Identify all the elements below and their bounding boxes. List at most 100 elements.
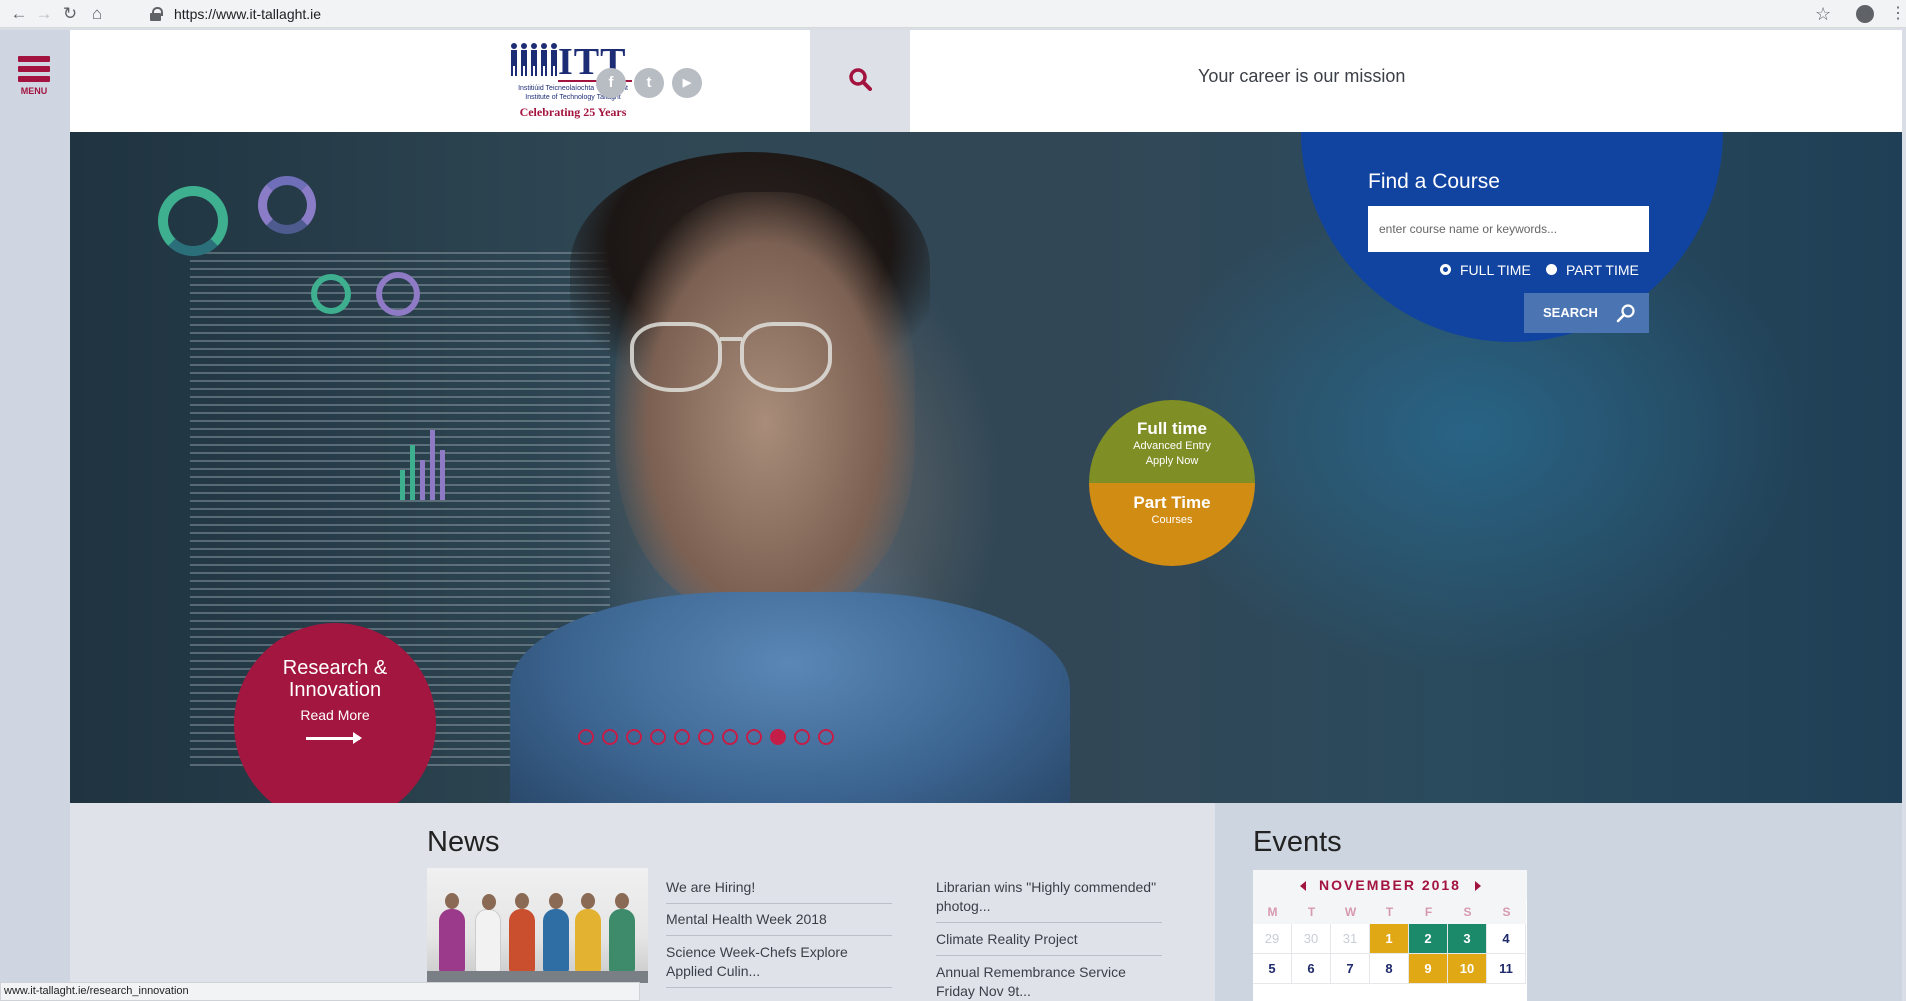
browser-menu-icon[interactable]: ⋮ xyxy=(1890,3,1906,25)
calendar-day[interactable]: 1 xyxy=(1370,924,1409,954)
carousel-indicators xyxy=(578,729,842,747)
left-rail xyxy=(0,30,70,1001)
research-title: Research & Innovation xyxy=(282,657,388,701)
news-item[interactable]: Librarian wins "Highly commended" photog… xyxy=(936,878,1162,923)
carousel-dot[interactable] xyxy=(698,729,714,745)
news-item[interactable]: Mental Health Week 2018 xyxy=(666,910,892,936)
news-image[interactable] xyxy=(427,868,648,983)
calendar-week: 5 6 7 8 9 10 11 xyxy=(1253,954,1527,984)
calendar-day[interactable]: 3 xyxy=(1448,924,1487,954)
browser-status-bar: www.it-tallaght.ie/research_innovation xyxy=(0,982,640,1001)
twitter-icon[interactable]: t xyxy=(634,68,664,98)
hero-banner: Find a Course FULL TIME PART TIME SEARCH… xyxy=(70,132,1902,803)
calendar-weekday: T xyxy=(1292,900,1331,924)
prev-month-icon[interactable] xyxy=(1300,881,1306,891)
part-time-label: PART TIME xyxy=(1566,262,1639,278)
hero-bar-graphic xyxy=(400,420,460,500)
full-time-radio[interactable]: FULL TIME xyxy=(1440,262,1531,278)
full-time-title: Full time xyxy=(1137,419,1207,438)
calendar-header: NOVEMBER 2018 xyxy=(1253,870,1527,900)
calendar-weekday: S xyxy=(1448,900,1487,924)
news-item[interactable]: We are Hiring! xyxy=(666,878,892,904)
study-mode-promo: Full time Advanced Entry Apply Now Part … xyxy=(1089,400,1255,566)
logo-anniversary: Celebrating 25 Years xyxy=(519,105,627,119)
bookmark-star-icon[interactable]: ☆ xyxy=(1815,3,1831,25)
search-icon xyxy=(1616,304,1635,323)
calendar-weekday: W xyxy=(1331,900,1370,924)
site-header: ITT Institiúid Teicneolaíochta Tamhlacht… xyxy=(70,30,1902,132)
calendar-month: NOVEMBER 2018 xyxy=(1319,877,1461,893)
calendar-weekday: F xyxy=(1409,900,1448,924)
calendar-weekday: M xyxy=(1253,900,1292,924)
browser-toolbar: ← → ↻ ⌂ https://www.it-tallaght.ie ☆ ⋮ xyxy=(0,0,1906,28)
part-time-title: Part Time xyxy=(1133,493,1211,512)
facebook-icon[interactable]: f xyxy=(596,68,626,98)
hero-ring-graphic xyxy=(158,186,228,256)
logo-figures-icon xyxy=(511,43,557,76)
calendar-day[interactable]: 5 xyxy=(1253,954,1292,984)
course-search-button[interactable]: SEARCH xyxy=(1524,293,1649,333)
carousel-dot[interactable] xyxy=(722,729,738,745)
carousel-dot[interactable] xyxy=(818,729,834,745)
news-item[interactable]: Climate Reality Project xyxy=(936,930,1162,956)
calendar-weekdays: MTWTFSS xyxy=(1253,900,1527,924)
site-tagline: Your career is our mission xyxy=(1198,66,1406,86)
calendar-day[interactable]: 11 xyxy=(1487,954,1526,984)
hero-ring-graphic xyxy=(311,274,351,314)
next-month-icon[interactable] xyxy=(1475,881,1481,891)
account-icon[interactable] xyxy=(1856,5,1874,23)
carousel-dot[interactable] xyxy=(794,729,810,745)
part-time-radio[interactable]: PART TIME xyxy=(1546,262,1639,278)
calendar-weekday: T xyxy=(1370,900,1409,924)
calendar-week: 29 30 31 1 2 3 4 xyxy=(1253,924,1527,954)
calendar-day[interactable]: 9 xyxy=(1409,954,1448,984)
carousel-dot[interactable] xyxy=(626,729,642,745)
calendar-day[interactable]: 2 xyxy=(1409,924,1448,954)
research-read-more: Read More xyxy=(300,707,370,723)
menu-label: MENU xyxy=(20,86,48,96)
carousel-dot[interactable] xyxy=(770,729,786,745)
carousel-dot[interactable] xyxy=(578,729,594,745)
address-bar[interactable]: https://www.it-tallaght.ie xyxy=(138,3,1838,25)
full-time-label: FULL TIME xyxy=(1460,262,1531,278)
calendar-day[interactable]: 30 xyxy=(1292,924,1331,954)
reload-icon[interactable]: ↻ xyxy=(59,3,81,25)
calendar-day[interactable]: 6 xyxy=(1292,954,1331,984)
hero-ring-graphic xyxy=(258,176,316,234)
back-icon[interactable]: ← xyxy=(8,3,30,25)
arrow-right-icon xyxy=(306,732,362,744)
carousel-dot[interactable] xyxy=(674,729,690,745)
full-time-subtitle: Advanced Entry xyxy=(1133,440,1211,452)
find-course-title: Find a Course xyxy=(1368,170,1500,193)
hamburger-icon xyxy=(18,56,50,62)
hero-ring-graphic xyxy=(376,272,420,316)
forward-icon[interactable]: → xyxy=(33,3,55,25)
menu-button[interactable]: MENU xyxy=(18,56,50,96)
part-time-link[interactable]: Part Time Courses xyxy=(1089,483,1255,566)
site-search-button[interactable] xyxy=(810,30,910,132)
news-heading: News xyxy=(427,826,500,858)
calendar-day[interactable]: 10 xyxy=(1448,954,1487,984)
calendar-day[interactable]: 7 xyxy=(1331,954,1370,984)
news-item[interactable]: Annual Remembrance Service Friday Nov 9t… xyxy=(936,963,1162,1001)
course-search-input[interactable] xyxy=(1368,206,1649,252)
news-item[interactable]: Science Week-Chefs Explore Applied Culin… xyxy=(666,943,892,988)
calendar-day[interactable]: 8 xyxy=(1370,954,1409,984)
home-icon[interactable]: ⌂ xyxy=(86,3,108,25)
events-heading: Events xyxy=(1253,826,1342,858)
full-time-cta: Apply Now xyxy=(1145,455,1199,467)
carousel-dot[interactable] xyxy=(746,729,762,745)
calendar-day[interactable]: 4 xyxy=(1487,924,1526,954)
carousel-dot[interactable] xyxy=(650,729,666,745)
itt-logo[interactable]: ITT Institiúid Teicneolaíochta Tamhlacht… xyxy=(438,40,632,124)
full-time-link[interactable]: Full time Advanced Entry Apply Now xyxy=(1089,400,1255,483)
calendar-day[interactable]: 31 xyxy=(1331,924,1370,954)
carousel-dot[interactable] xyxy=(602,729,618,745)
youtube-icon[interactable]: ▶ xyxy=(672,68,702,98)
events-calendar: NOVEMBER 2018 MTWTFSS 29 30 31 1 2 3 4 5 6 7 8 9 10… xyxy=(1253,870,1527,1001)
calendar-day[interactable]: 29 xyxy=(1253,924,1292,954)
radio-selected-icon xyxy=(1440,263,1451,275)
part-time-subtitle: Courses xyxy=(1151,514,1193,526)
radio-unselected-icon xyxy=(1546,263,1557,275)
glasses-graphic xyxy=(630,322,722,392)
